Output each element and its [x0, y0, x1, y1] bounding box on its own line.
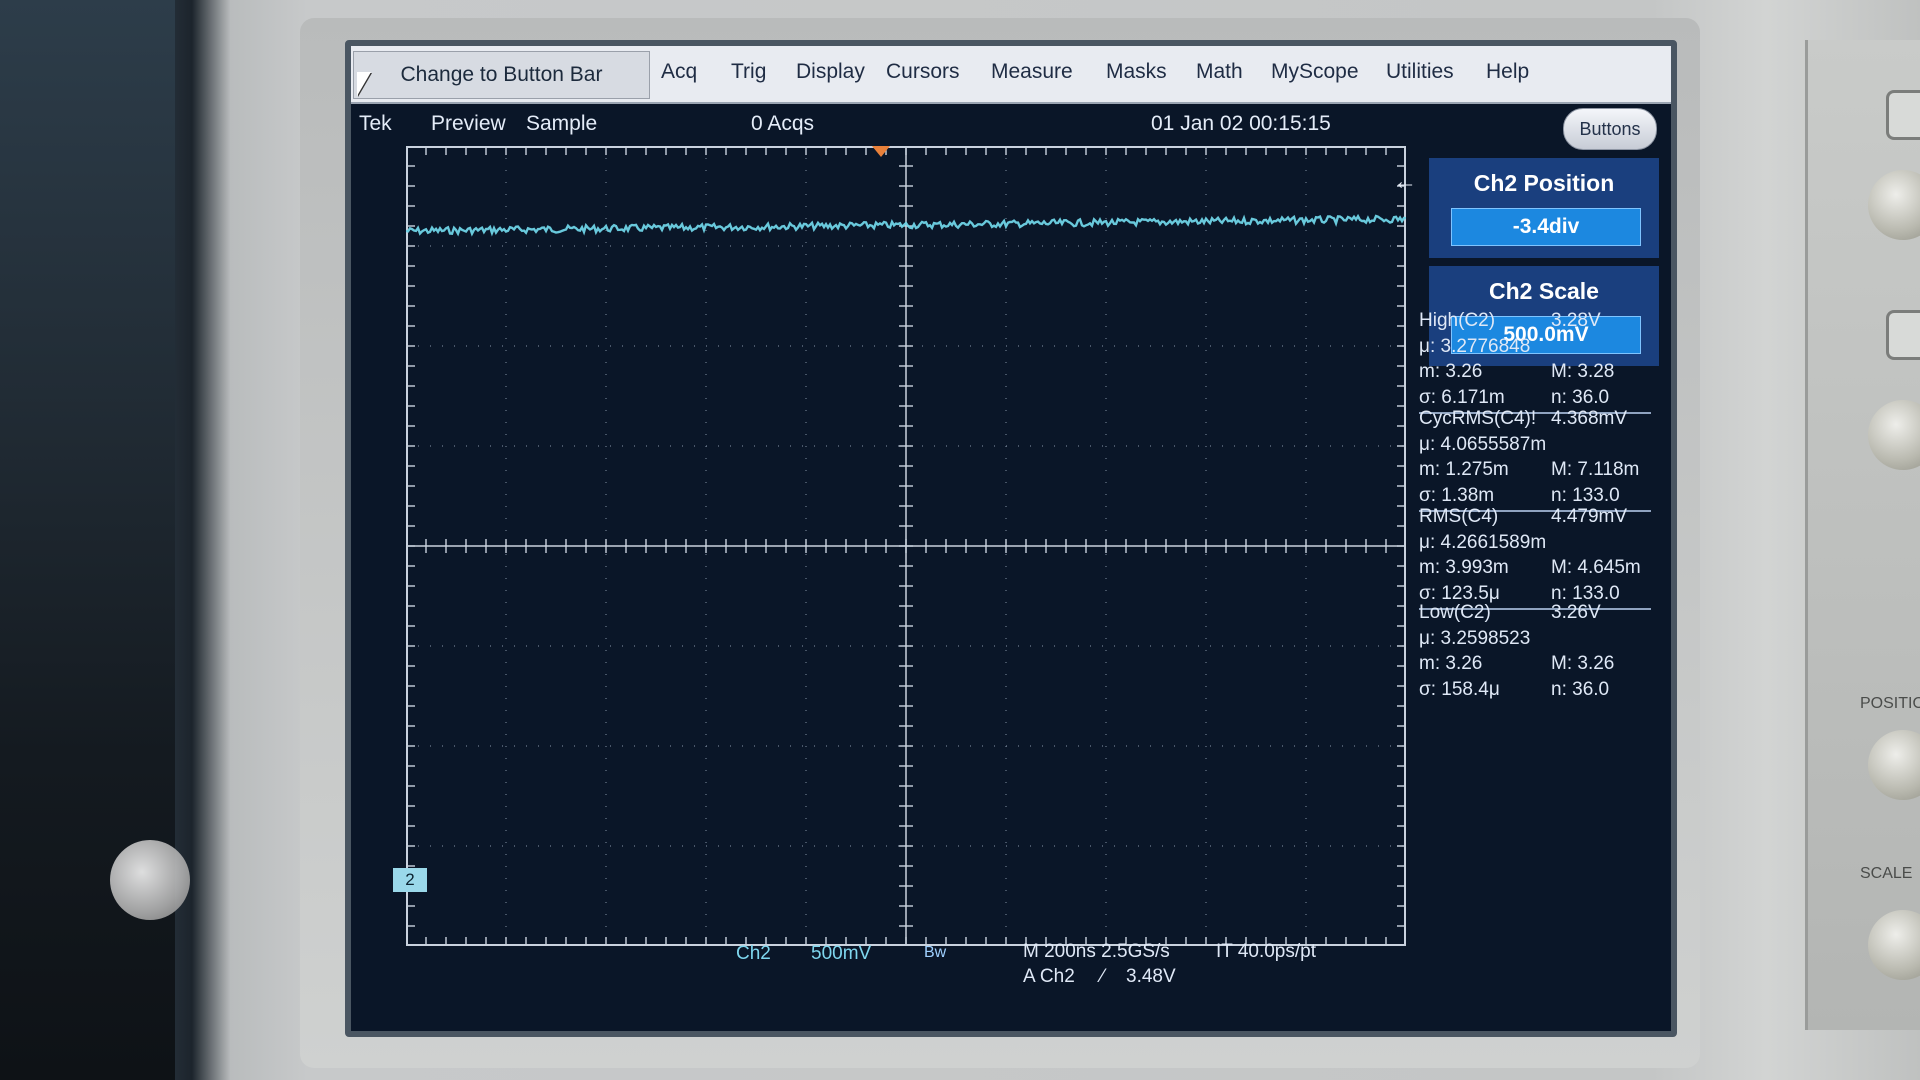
measurement-row: μ: 3.2598523 — [1419, 626, 1659, 652]
measurement-row: m: 1.275m M: 7.118m — [1419, 457, 1659, 483]
measurement-row: μ: 4.0655587m — [1419, 432, 1659, 458]
menu-display[interactable]: Display — [796, 60, 865, 84]
multipurpose-knob[interactable] — [1868, 170, 1920, 240]
menu-measure[interactable]: Measure — [991, 60, 1073, 84]
datetime: 01 Jan 02 00:15:15 — [1151, 112, 1331, 135]
measurement-row: CycRMS(C4)! 4.368mV — [1419, 406, 1659, 432]
ch2-ground-marker[interactable]: 2 — [393, 868, 427, 892]
measurement-row: m: 3.993m M: 4.645m — [1419, 555, 1659, 581]
measurement-mu: μ: 3.2776848 — [1419, 335, 1531, 357]
measurement-value: 3.28V — [1551, 310, 1601, 331]
resolution-readout: IT 40.0ps/pt — [1216, 941, 1316, 962]
measurement-M: M: 3.28 — [1551, 361, 1615, 382]
menu-utilities[interactable]: Utilities — [1386, 60, 1454, 84]
measurement-row: σ: 158.4μ n: 36.0 — [1419, 677, 1659, 703]
trigger-slope-icon: ⁄ — [1101, 966, 1105, 987]
menu-help[interactable]: Help — [1486, 60, 1529, 84]
waveform-graticule — [406, 146, 1406, 946]
left-arrow-icon: ← — [1393, 168, 1417, 195]
timebase-readout: M 200ns 2.5GS/s — [1023, 941, 1170, 962]
measurement-name: CycRMS(C4)! — [1419, 408, 1537, 429]
measurement-sigma: σ: 158.4μ — [1419, 678, 1500, 700]
menu-cursors[interactable]: Cursors — [886, 60, 960, 84]
position-knob[interactable] — [1868, 730, 1920, 800]
measurement-m: m: 3.26 — [1419, 361, 1483, 382]
measurement-m: m: 3.26 — [1419, 653, 1483, 674]
menu-bar: Change to Button Bar Acq Trig Display Cu… — [351, 46, 1671, 104]
preview-label: Preview — [431, 112, 506, 135]
menu-acq[interactable]: Acq — [661, 60, 697, 84]
measurement-sigma: σ: 1.38m — [1419, 484, 1495, 506]
multipurpose-knob[interactable] — [1868, 400, 1920, 470]
scope-screen: Change to Button Bar Acq Trig Display Cu… — [345, 40, 1677, 1037]
front-panel: POSITIO SCALE — [1805, 40, 1920, 1030]
desk-lamp — [110, 840, 190, 920]
measurement-n: n: 36.0 — [1551, 678, 1610, 700]
menu-masks[interactable]: Masks — [1106, 60, 1167, 84]
channel-label: Ch2 — [736, 943, 771, 964]
measurement-name: RMS(C4) — [1419, 506, 1499, 527]
measurement-row: m: 3.26 M: 3.26 — [1419, 651, 1659, 677]
scale-label: SCALE — [1860, 865, 1913, 882]
panel-button[interactable] — [1886, 90, 1920, 140]
menu-trig[interactable]: Trig — [731, 60, 766, 84]
measurement-row: m: 3.26 M: 3.28 — [1419, 359, 1659, 385]
measurement-M: M: 3.26 — [1551, 653, 1615, 674]
measurement-row: μ: 4.2661589m — [1419, 530, 1659, 556]
measurement-name: Low(C2) — [1419, 602, 1491, 623]
measurement-row: High(C2) 3.28V — [1419, 308, 1659, 334]
measurement-row: Low(C2) 3.26V — [1419, 600, 1659, 626]
measurement-sigma: σ: 6.171m — [1419, 386, 1505, 408]
trigger-level: 3.48V — [1126, 966, 1176, 987]
menu-myscope[interactable]: MyScope — [1271, 60, 1359, 84]
measurement-block: High(C2) 3.28V μ: 3.2776848 m: 3.26 M: 3.28 σ… — [1419, 308, 1659, 410]
mouse-cursor-icon — [357, 72, 371, 96]
measurement-row: RMS(C4) 4.479mV — [1419, 504, 1659, 530]
ch2-position-value[interactable]: -3.4div — [1451, 208, 1641, 246]
ch2-position-panel: Ch2 Position -3.4div — [1429, 158, 1659, 258]
measurement-mu: μ: 4.2661589m — [1419, 531, 1547, 553]
ch2-scale-title: Ch2 Scale — [1489, 278, 1599, 304]
measurement-M: M: 4.645m — [1551, 557, 1641, 578]
scale-knob[interactable] — [1868, 910, 1920, 980]
ch2-position-title: Ch2 Position — [1473, 170, 1615, 196]
measurement-m: m: 3.993m — [1419, 557, 1509, 578]
trigger-position-marker[interactable] — [872, 146, 890, 157]
measurement-block: Low(C2) 3.26V μ: 3.2598523 m: 3.26 M: 3.26 σ:… — [1419, 600, 1659, 702]
buttons-button[interactable]: Buttons — [1563, 108, 1657, 150]
menu-math[interactable]: Math — [1196, 60, 1243, 84]
measurement-mu: μ: 4.0655587m — [1419, 433, 1547, 455]
acq-mode-label: Sample — [526, 112, 598, 135]
acq-count: 0 Acqs — [751, 112, 815, 135]
measurement-m: m: 1.275m — [1419, 459, 1509, 480]
measurement-row: μ: 3.2776848 — [1419, 334, 1659, 360]
status-bar: Tek Preview Sample 0 Acqs 01 Jan 02 00:1… — [351, 104, 1671, 144]
measurement-value: 3.26V — [1551, 602, 1601, 623]
trigger-source: A Ch2 — [1023, 966, 1075, 987]
measurement-M: M: 7.118m — [1551, 459, 1640, 480]
measurement-block: CycRMS(C4)! 4.368mV μ: 4.0655587m m: 1.275m… — [1419, 406, 1659, 508]
measurement-mu: μ: 3.2598523 — [1419, 627, 1531, 649]
bandwidth-limit-label: Bw — [924, 944, 947, 961]
change-to-button-bar-button[interactable]: Change to Button Bar — [353, 51, 650, 99]
measurement-name: High(C2) — [1419, 310, 1496, 331]
measurement-value: 4.479mV — [1551, 506, 1628, 527]
volts-per-div: 500mV — [811, 943, 872, 964]
measurement-value: 4.368mV — [1551, 408, 1628, 429]
panel-button[interactable] — [1886, 310, 1920, 360]
brand-label: Tek — [359, 112, 392, 135]
position-label: POSITIO — [1860, 695, 1920, 712]
measurement-block: RMS(C4) 4.479mV μ: 4.2661589m m: 3.993m M: 4… — [1419, 504, 1659, 606]
